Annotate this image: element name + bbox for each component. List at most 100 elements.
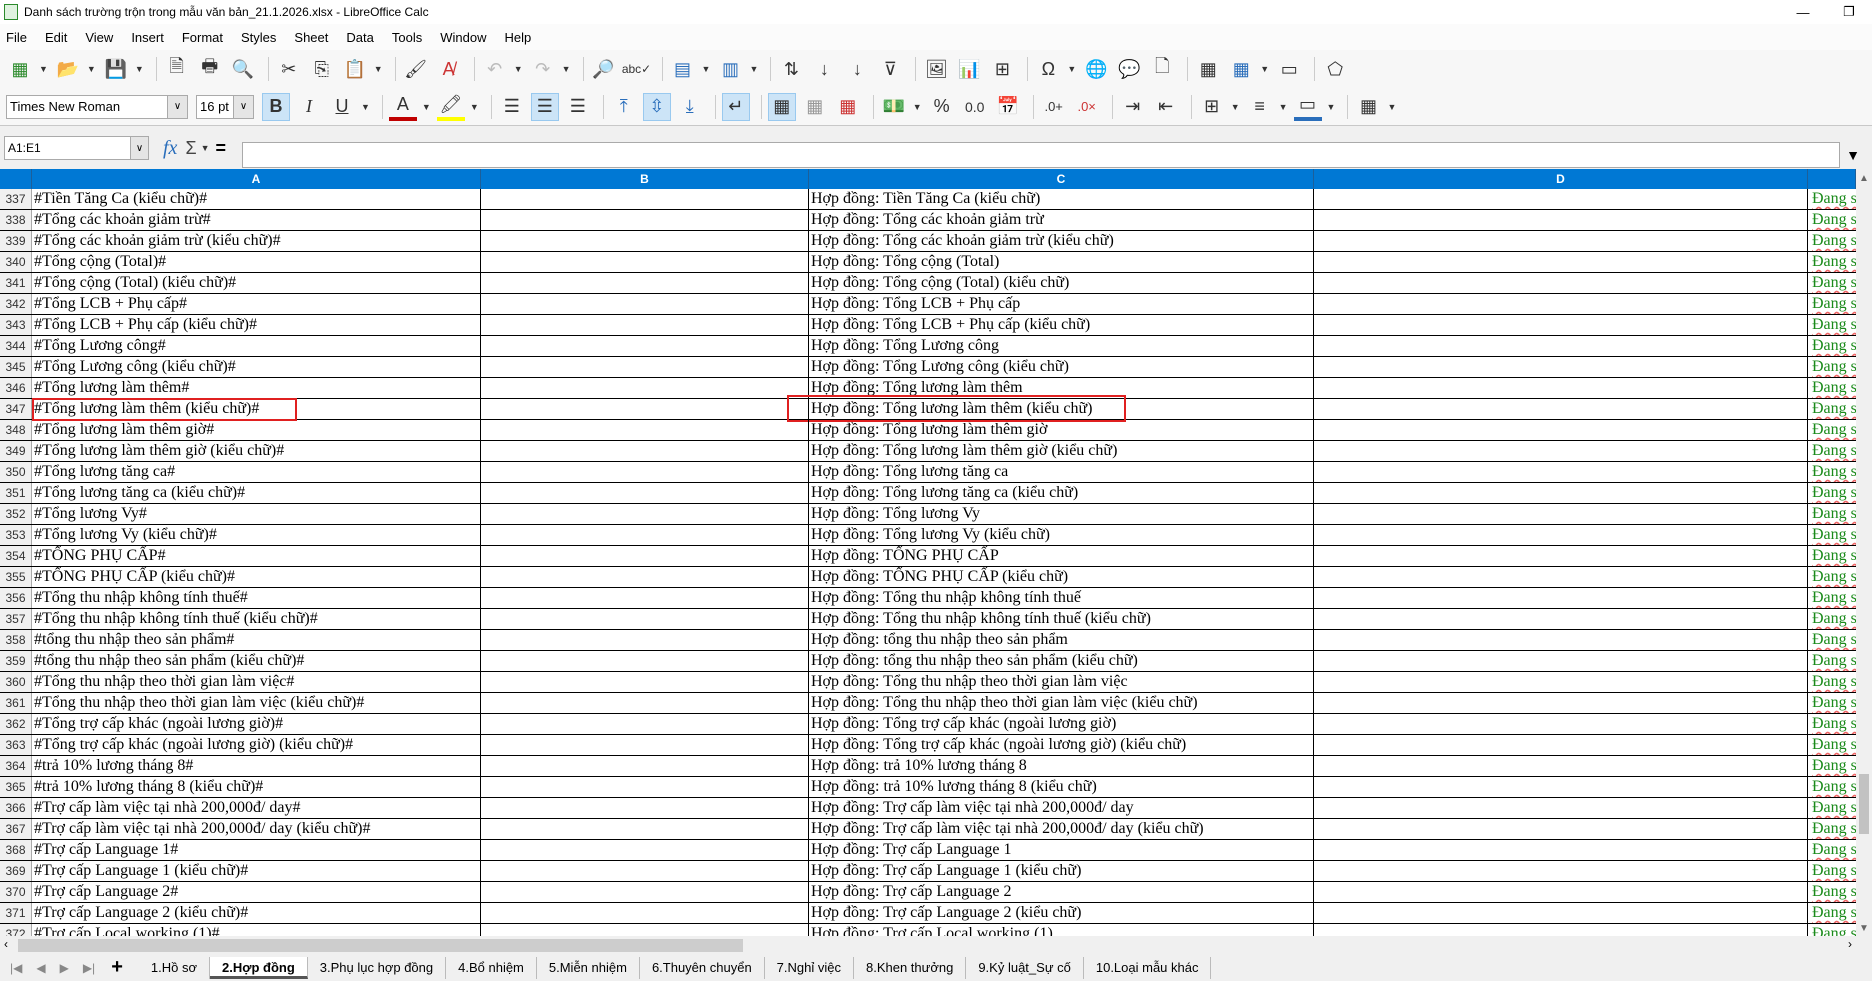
- cell-b[interactable]: [481, 525, 809, 545]
- row-header[interactable]: 366: [0, 798, 32, 818]
- select-all-corner[interactable]: [0, 169, 32, 189]
- row-dropdown[interactable]: ▼: [702, 64, 711, 74]
- number-format-icon[interactable]: 0.0: [961, 93, 989, 121]
- cell-c[interactable]: Hợp đồng: Trợ cấp làm việc tại nhà 200,0…: [809, 819, 1314, 839]
- row-header[interactable]: 359: [0, 651, 32, 671]
- menu-insert[interactable]: Insert: [131, 30, 164, 45]
- cell-a[interactable]: #Trợ cấp làm việc tại nhà 200,000đ/ day …: [32, 819, 481, 839]
- cell-e[interactable]: Đang sử: [1808, 924, 1856, 936]
- cell-d[interactable]: [1314, 903, 1808, 923]
- sheet-tab[interactable]: 2.Hợp đồng: [209, 956, 308, 979]
- print-icon[interactable]: 🖶: [196, 55, 224, 83]
- row-header[interactable]: 370: [0, 882, 32, 902]
- cell-c[interactable]: Hợp đồng: trả 10% lương tháng 8: [809, 756, 1314, 776]
- cell-e[interactable]: Đang sử: [1808, 756, 1856, 776]
- cell-c[interactable]: Hợp đồng: Tổng thu nhập theo thời gian l…: [809, 672, 1314, 692]
- special-character-dropdown[interactable]: ▼: [1067, 64, 1076, 74]
- undo-icon[interactable]: ↶: [481, 55, 509, 83]
- clone-formatting-icon[interactable]: 🖌: [402, 55, 430, 83]
- row-header[interactable]: 348: [0, 420, 32, 440]
- paste-dropdown[interactable]: ▼: [374, 64, 383, 74]
- wrap-text-icon[interactable]: ↵: [721, 92, 750, 121]
- cell-c[interactable]: Hợp đồng: Tổng lương Vy: [809, 504, 1314, 524]
- cell-c[interactable]: Hợp đồng: Trợ cấp Language 1: [809, 840, 1314, 860]
- cell-d[interactable]: [1314, 567, 1808, 587]
- name-box[interactable]: A1:E1 ∨: [4, 136, 149, 160]
- undo-dropdown[interactable]: ▼: [514, 64, 523, 74]
- decrease-indent-icon[interactable]: ⇤: [1152, 93, 1180, 121]
- row-header[interactable]: 358: [0, 630, 32, 650]
- horizontal-scroll-thumb[interactable]: [18, 939, 743, 952]
- formula-input[interactable]: [242, 142, 1840, 168]
- cell-b[interactable]: [481, 861, 809, 881]
- cell-b[interactable]: [481, 441, 809, 461]
- restore-button[interactable]: ❐: [1826, 0, 1872, 24]
- cell-d[interactable]: [1314, 483, 1808, 503]
- row-header[interactable]: 351: [0, 483, 32, 503]
- cell-a[interactable]: #Tổng lương Vy#: [32, 504, 481, 524]
- cell-d[interactable]: [1314, 777, 1808, 797]
- cell-c[interactable]: Hợp đồng: TỔNG PHỤ CẤP: [809, 546, 1314, 566]
- cell-d[interactable]: [1314, 189, 1808, 209]
- scroll-down-icon[interactable]: ▼: [1856, 923, 1872, 934]
- cell-d[interactable]: [1314, 420, 1808, 440]
- borders-dropdown[interactable]: ▼: [1231, 102, 1240, 112]
- cell-b[interactable]: [481, 189, 809, 209]
- font-name-select[interactable]: Times New Roman ∨: [6, 94, 188, 119]
- cell-c[interactable]: Hợp đồng: Tổng các khoản giảm trừ (kiểu …: [809, 231, 1314, 251]
- cell-c[interactable]: Hợp đồng: Tổng Lương công: [809, 336, 1314, 356]
- cell-e[interactable]: Đang sử: [1808, 462, 1856, 482]
- highlight-color-icon[interactable]: 🖍: [436, 93, 465, 121]
- cell-c[interactable]: Hợp đồng: Tiền Tăng Ca (kiểu chữ): [809, 189, 1314, 209]
- column-header-a[interactable]: A: [32, 169, 481, 189]
- menu-tools[interactable]: Tools: [392, 30, 422, 45]
- menu-help[interactable]: Help: [504, 30, 531, 45]
- cell-e[interactable]: Đang sử: [1808, 378, 1856, 398]
- row-header[interactable]: 355: [0, 567, 32, 587]
- cell-c[interactable]: Hợp đồng: Tổng LCB + Phụ cấp (kiểu chữ): [809, 315, 1314, 335]
- save-icon[interactable]: 💾: [102, 55, 130, 83]
- conditional-format-icon[interactable]: ▦: [1354, 93, 1382, 121]
- cell-d[interactable]: [1314, 378, 1808, 398]
- cell-d[interactable]: [1314, 399, 1808, 419]
- sheet-tab[interactable]: 7.Nghỉ việc: [765, 956, 854, 979]
- cell-c[interactable]: Hợp đồng: Tổng cộng (Total) (kiểu chữ): [809, 273, 1314, 293]
- highlight-dropdown[interactable]: ▼: [470, 102, 479, 112]
- column-header-c[interactable]: C: [809, 169, 1314, 189]
- cell-e[interactable]: Đang sử: [1808, 714, 1856, 734]
- cell-b[interactable]: [481, 798, 809, 818]
- add-sheet-icon[interactable]: +: [111, 956, 123, 979]
- cell-a[interactable]: #Tổng thu nhập không tính thuế#: [32, 588, 481, 608]
- cell-b[interactable]: [481, 273, 809, 293]
- row-header[interactable]: 372: [0, 924, 32, 936]
- menu-styles[interactable]: Styles: [241, 30, 276, 45]
- row-header[interactable]: 349: [0, 441, 32, 461]
- currency-format-icon[interactable]: 💵: [880, 93, 908, 121]
- cell-e[interactable]: Đang sử: [1808, 798, 1856, 818]
- cell-d[interactable]: [1314, 441, 1808, 461]
- increase-indent-icon[interactable]: ⇥: [1119, 93, 1147, 121]
- cell-c[interactable]: Hợp đồng: Tổng lương làm thêm giờ (kiểu …: [809, 441, 1314, 461]
- cell-d[interactable]: [1314, 714, 1808, 734]
- cell-d[interactable]: [1314, 315, 1808, 335]
- row-header[interactable]: 338: [0, 210, 32, 230]
- cell-a[interactable]: #Tổng trợ cấp khác (ngoài lương giờ) (ki…: [32, 735, 481, 755]
- cell-a[interactable]: #Tổng thu nhập không tính thuế (kiểu chữ…: [32, 609, 481, 629]
- row-header[interactable]: 350: [0, 462, 32, 482]
- cell-a[interactable]: #Trợ cấp Language 1 (kiểu chữ)#: [32, 861, 481, 881]
- cell-a[interactable]: #Tổng thu nhập theo thời gian làm việc (…: [32, 693, 481, 713]
- cell-c[interactable]: Hợp đồng: Tổng trợ cấp khác (ngoài lương…: [809, 714, 1314, 734]
- row-header[interactable]: 342: [0, 294, 32, 314]
- cell-e[interactable]: Đang sử: [1808, 777, 1856, 797]
- cell-b[interactable]: [481, 777, 809, 797]
- row-header[interactable]: 345: [0, 357, 32, 377]
- vertical-scrollbar[interactable]: ▲ ▼: [1856, 169, 1872, 936]
- menu-data[interactable]: Data: [346, 30, 373, 45]
- cell-e[interactable]: Đang sử: [1808, 357, 1856, 377]
- expand-formula-bar-icon[interactable]: ▼: [1846, 147, 1860, 163]
- cell-e[interactable]: Đang sử: [1808, 441, 1856, 461]
- comment-icon[interactable]: 💬: [1115, 55, 1143, 83]
- sheet-tab[interactable]: 6.Thuyên chuyển: [640, 956, 765, 979]
- menu-file[interactable]: File: [6, 30, 27, 45]
- center-vertically-icon[interactable]: ⇳: [642, 92, 671, 121]
